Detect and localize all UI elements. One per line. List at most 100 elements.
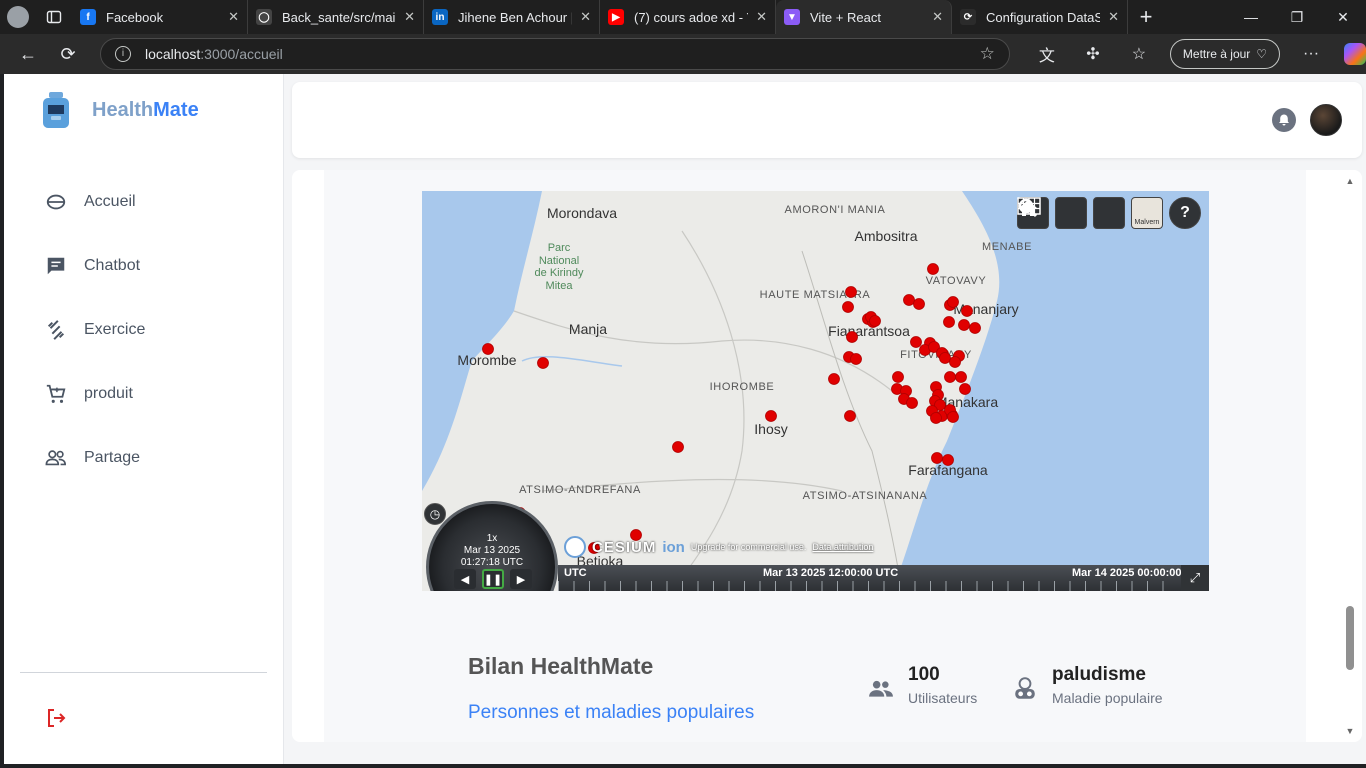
timeline-ticks (558, 581, 1178, 591)
scene-mode-grid-icon[interactable] (1017, 197, 1125, 229)
profile-button[interactable] (0, 0, 36, 34)
bookmark-star-icon[interactable]: ☆ (980, 44, 995, 64)
cesium-map[interactable]: Morondava AMORON'I MANIA Ambositra MENABE Pa… (422, 191, 1209, 591)
home-view-icon[interactable] (1019, 197, 1087, 229)
map-marker[interactable] (949, 356, 961, 368)
browser-tab[interactable]: ⟳ Configuration DataSou ✕ (952, 0, 1128, 34)
map-place-label: IHOROMBE (710, 381, 775, 393)
map-marker[interactable] (961, 305, 973, 317)
map-marker[interactable] (850, 353, 862, 365)
sidebar-item-chatbot[interactable]: Chatbot (44, 234, 145, 298)
close-tab-icon[interactable]: ✕ (756, 9, 767, 25)
map-marker[interactable] (939, 352, 951, 364)
browser-tab-bar: f Facebook ✕ ◯ Back_sante/src/main a ✕ in Jihen… (0, 0, 1366, 34)
scroll-up-arrow-icon[interactable]: ▲ (1344, 176, 1356, 186)
map-marker[interactable] (930, 412, 942, 424)
map-marker[interactable] (913, 298, 925, 310)
map-marker[interactable] (842, 301, 854, 313)
url-field[interactable]: i localhost:3000/accueil ☆ (100, 38, 1010, 70)
map-place-label: Morondava (547, 205, 617, 221)
back-button[interactable]: ← (8, 44, 48, 65)
animation-time: 01:27:18 UTC (460, 557, 524, 568)
base-layer-picker-icon[interactable]: Malvern (1131, 197, 1163, 229)
browser-tab[interactable]: ▶ (7) cours adoe xd - Yo ✕ (600, 0, 776, 34)
map-marker[interactable] (958, 319, 970, 331)
upgrade-link[interactable]: Upgrade for commercial use. (691, 542, 807, 552)
play-forward-icon[interactable]: ▶ (510, 569, 532, 589)
close-tab-icon[interactable]: ✕ (580, 9, 591, 25)
map-marker[interactable] (927, 263, 939, 275)
tab-actions-button[interactable] (36, 0, 72, 34)
map-marker[interactable] (846, 331, 858, 343)
sidebar-item-partage[interactable]: Partage (44, 426, 145, 490)
user-avatar[interactable] (1310, 104, 1342, 136)
map-marker[interactable] (903, 294, 915, 306)
play-reverse-icon[interactable]: ◀ (454, 569, 476, 589)
app-page: HealthMate Accueil Chatbot Exercice produit… (4, 74, 1366, 764)
map-marker[interactable] (947, 296, 959, 308)
sidebar-item-exercice[interactable]: Exercice (44, 298, 145, 362)
scroll-down-arrow-icon[interactable]: ▼ (1344, 726, 1356, 736)
minimize-button[interactable]: — (1228, 9, 1274, 26)
map-marker[interactable] (959, 383, 971, 395)
map-marker[interactable] (910, 336, 922, 348)
browser-tab[interactable]: f Facebook ✕ (72, 0, 248, 34)
sidebar-item-label: Accueil (84, 193, 136, 210)
map-marker[interactable] (482, 343, 494, 355)
site-info-icon[interactable]: i (115, 46, 131, 62)
extensions-icon[interactable]: ✣ (1070, 44, 1116, 64)
map-marker[interactable] (944, 371, 956, 383)
browser-tab[interactable]: ◯ Back_sante/src/main a ✕ (248, 0, 424, 34)
fullscreen-icon[interactable]: ⤢ (1181, 565, 1209, 591)
more-menu-icon[interactable]: ··· (1288, 45, 1334, 63)
map-marker[interactable] (947, 411, 959, 423)
restore-button[interactable]: ❐ (1274, 9, 1320, 26)
map-marker[interactable] (943, 316, 955, 328)
data-attribution-link[interactable]: Data attribution (812, 542, 873, 552)
sidebar-divider (20, 672, 267, 673)
map-marker[interactable] (765, 410, 777, 422)
timeline-bar[interactable]: UTC Mar 13 2025 12:00:00 UTC Mar 14 2025… (558, 565, 1209, 591)
map-marker[interactable] (906, 397, 918, 409)
map-place-label: ATSIMO-ANDREFANA (519, 484, 641, 496)
help-icon[interactable]: ? (1169, 197, 1201, 229)
close-window-button[interactable]: ✕ (1320, 9, 1366, 26)
map-marker[interactable] (969, 322, 981, 334)
map-marker[interactable] (828, 373, 840, 385)
scroll-thumb[interactable] (1346, 606, 1354, 670)
map-marker[interactable] (931, 452, 943, 464)
sidebar-item-accueil[interactable]: Accueil (44, 170, 145, 234)
top-bar (292, 82, 1362, 158)
map-marker[interactable] (869, 315, 881, 327)
notification-bell-icon[interactable] (1272, 108, 1296, 132)
new-tab-button[interactable]: + (1128, 4, 1164, 30)
map-marker[interactable] (955, 371, 967, 383)
browser-tab[interactable]: in Jihene Ben Achour | Li ✕ (424, 0, 600, 34)
close-tab-icon[interactable]: ✕ (228, 9, 239, 25)
cart-icon (44, 382, 68, 406)
cesium-logo-icon (564, 536, 586, 558)
logout-icon[interactable] (44, 706, 68, 730)
map-marker[interactable] (845, 286, 857, 298)
copilot-icon[interactable] (1344, 43, 1366, 65)
close-tab-icon[interactable]: ✕ (1108, 9, 1119, 25)
close-tab-icon[interactable]: ✕ (404, 9, 415, 25)
sidebar-item-produit[interactable]: produit (44, 362, 145, 426)
map-marker[interactable] (892, 371, 904, 383)
translate-icon[interactable]: 文 (1024, 42, 1070, 66)
close-tab-icon[interactable]: ✕ (932, 9, 943, 25)
map-marker[interactable] (537, 357, 549, 369)
map-marker[interactable] (672, 441, 684, 453)
browser-tab[interactable]: ▼ Vite + React ✕ (776, 0, 952, 34)
sidebar-item-label: Partage (84, 449, 141, 466)
animation-widget: ◷ 1x Mar 13 2025 01:27:18 UTC ◀ ❚❚ ▶ (422, 501, 560, 591)
map-marker[interactable] (844, 410, 856, 422)
app-logo[interactable]: HealthMate (40, 90, 199, 130)
pause-icon[interactable]: ❚❚ (482, 569, 504, 589)
content-scrollbar[interactable]: ▲ ▼ (1344, 176, 1356, 736)
clock-icon[interactable]: ◷ (424, 503, 446, 525)
update-button[interactable]: Mettre à jour ♡ (1169, 39, 1281, 69)
favorites-icon[interactable]: ☆ (1116, 44, 1162, 64)
reload-button[interactable]: ⟳ (48, 44, 88, 65)
map-marker[interactable] (942, 454, 954, 466)
